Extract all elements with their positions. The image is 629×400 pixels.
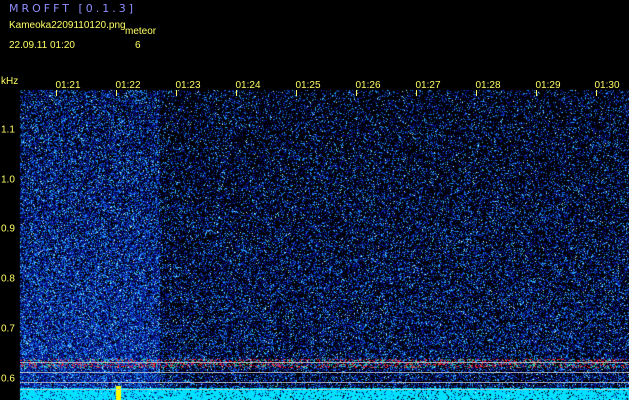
time-label: 01:23	[175, 80, 201, 91]
frequency-label: 1.1	[1, 124, 15, 136]
frequency-label: 0.6	[1, 373, 15, 385]
reference-line	[20, 389, 629, 390]
time-label: 01:30	[594, 80, 620, 91]
reference-line	[20, 372, 629, 373]
time-label: 01:22	[115, 80, 141, 91]
app-title: MROFFT [0.1.3]	[9, 2, 137, 15]
time-label: 01:29	[535, 80, 561, 91]
frequency-label: 0.7	[1, 323, 15, 335]
time-label: 01:28	[475, 80, 501, 91]
meteor-label: meteor	[125, 26, 157, 37]
date-time: 22.09.11 01:20	[9, 40, 75, 51]
time-label: 01:24	[235, 80, 261, 91]
frequency-label: 1.0	[1, 174, 15, 186]
frequency-label: 0.9	[1, 223, 15, 235]
time-label: 01:27	[415, 80, 441, 91]
file-name: Kameoka2209110120.png	[9, 20, 126, 31]
reference-line	[20, 382, 629, 383]
frequency-label: 0.8	[1, 273, 15, 285]
time-label: 01:25	[295, 80, 321, 91]
spectrogram-plot: kHz 01:21 01:22 01:23 01:24 01:25 01:26 …	[0, 76, 629, 400]
spectrogram-canvas	[0, 76, 629, 400]
frequency-unit-label: kHz	[1, 76, 19, 87]
header-panel: MROFFT [0.1.3] Kameoka2209110120.png met…	[0, 0, 629, 76]
time-label: 01:21	[55, 80, 81, 91]
time-label: 01:26	[355, 80, 381, 91]
reference-line	[20, 362, 629, 363]
meteor-count: 6	[135, 40, 141, 51]
